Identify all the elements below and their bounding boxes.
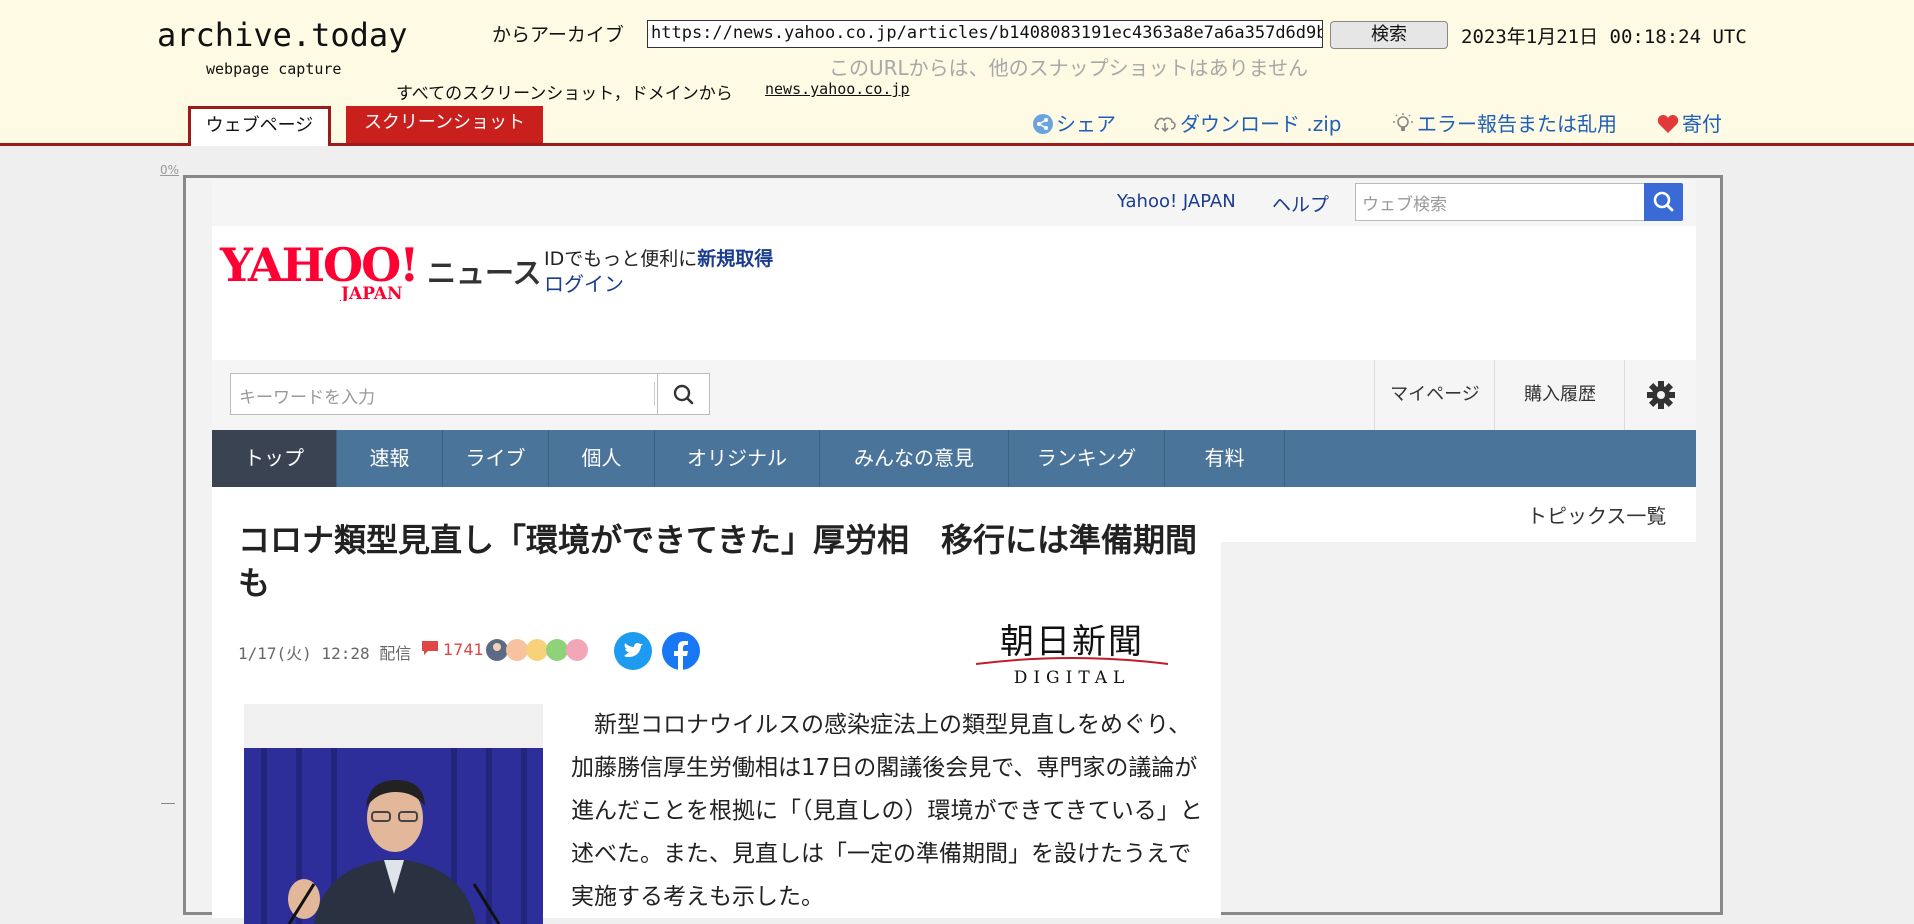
archive-header: archive.today webpage capture からアーカイブ ht…	[0, 0, 1914, 146]
all-screenshots-label: すべてのスクリーンショット，ドメインから	[396, 84, 733, 104]
archive-title[interactable]: archive.today	[157, 16, 407, 54]
comment-count: 1741	[443, 640, 484, 659]
progress-label: 0%	[160, 163, 180, 177]
main-nav-item[interactable]: 速報	[337, 430, 443, 487]
main-nav-item[interactable]: トップ	[212, 430, 337, 487]
article-title: コロナ類型見直し「環境ができてきた」厚労相 移行には準備期間も	[238, 521, 1198, 602]
no-other-snapshots-text: このURLからは、他のスナップショットはありません	[829, 56, 1309, 80]
keyword-search-button[interactable]	[658, 373, 710, 415]
asahi-shimbun-digital-logo[interactable]: 朝日新聞 DIGITAL	[972, 619, 1172, 689]
web-search-input[interactable]: ウェブ検索	[1355, 183, 1645, 221]
news-label: ニュース	[427, 256, 542, 290]
article-photo[interactable]	[244, 704, 543, 924]
gear-icon	[1647, 381, 1675, 409]
archive-subtitle: webpage capture	[206, 60, 342, 78]
search-button[interactable]: 検索	[1330, 21, 1448, 49]
main-nav-item[interactable]: 個人	[549, 430, 655, 487]
heart-icon	[1657, 115, 1679, 133]
article-date: 1/17(火) 12:28 配信	[238, 644, 412, 663]
download-label: ダウンロード .zip	[1180, 112, 1342, 136]
comment-icon	[422, 641, 438, 655]
donate-label: 寄付	[1682, 112, 1722, 136]
tab-screenshot[interactable]: スクリーンショット	[346, 106, 543, 143]
help-link[interactable]: ヘルプ	[1272, 190, 1329, 217]
login-link[interactable]: ログイン	[544, 268, 624, 297]
search-icon	[1653, 191, 1674, 212]
lightbulb-icon	[1393, 113, 1413, 131]
signup-link[interactable]: 新規取得	[697, 248, 773, 270]
yahoo-logo-subtext: JAPAN	[339, 284, 403, 301]
brand-area: YAHOO! JAPAN ニュース IDでもっと便利に新規取得 ログイン キーワ…	[212, 226, 1696, 543]
main-nav-item[interactable]: ランキング	[1009, 430, 1165, 487]
main-nav-item[interactable]: 有料	[1165, 430, 1285, 487]
main-nav-item[interactable]: ライブ	[443, 430, 549, 487]
yahoo-top-bar: Yahoo! JAPAN ヘルプ ウェブ検索	[212, 180, 1696, 226]
settings-button[interactable]	[1624, 360, 1697, 430]
domain-link[interactable]: news.yahoo.co.jp	[765, 80, 910, 98]
reaction-faces-icon[interactable]	[485, 637, 597, 663]
id-promo: IDでもっと便利に新規取得	[544, 244, 773, 271]
article: コロナ類型見直し「環境ができてきた」厚労相 移行には準備期間も 1/17(火) …	[212, 498, 1221, 924]
archived-from-label: からアーカイブ	[492, 24, 624, 46]
yahoo-japan-link[interactable]: Yahoo! JAPAN	[1117, 191, 1236, 212]
cloud-download-icon	[1154, 117, 1176, 133]
archived-url-field[interactable]: https://news.yahoo.co.jp/articles/b14080…	[647, 20, 1323, 48]
main-nav-item[interactable]: みんなの意見	[820, 430, 1009, 487]
donate-link[interactable]: 寄付	[1657, 108, 1722, 137]
share-link[interactable]: シェア	[1033, 108, 1116, 137]
tab-webpage[interactable]: ウェブページ	[188, 106, 331, 146]
main-nav: トップ 速報 ライブ 個人 オリジナル みんなの意見 ランキング 有料	[212, 430, 1696, 487]
main-nav-item[interactable]: オリジナル	[655, 430, 820, 487]
yahoo-japan-logo[interactable]: YAHOO! JAPAN	[218, 243, 423, 301]
twitter-icon[interactable]	[614, 632, 652, 670]
publisher-logo-line1: 朝日新聞	[1000, 622, 1144, 662]
keyword-divider	[654, 382, 655, 406]
mypage-link[interactable]: マイページ	[1374, 360, 1495, 430]
id-promo-text: IDでもっと便利に	[544, 248, 698, 270]
topics-list-link[interactable]: トピックス一覧	[1527, 500, 1666, 529]
purchase-history-link[interactable]: 購入履歴	[1494, 360, 1625, 430]
web-search-button[interactable]	[1644, 183, 1683, 221]
article-body: 新型コロナウイルスの感染症法上の類型見直しをめぐり、加藤勝信厚生労働相は17日の…	[571, 712, 1203, 910]
search-icon	[673, 384, 694, 405]
comment-count-link[interactable]: 1741	[420, 639, 484, 659]
keyword-search-row: キーワードを入力 マイページ 購入履歴	[212, 360, 1696, 430]
share-label: シェア	[1056, 112, 1116, 136]
publisher-logo-line2: DIGITAL	[1014, 668, 1131, 688]
share-icon	[1033, 114, 1053, 134]
yahoo-news-page: Yahoo! JAPAN ヘルプ ウェブ検索 YAHOO! JAPAN ニュース…	[212, 180, 1696, 924]
minister-photo	[244, 704, 543, 924]
capture-date: 2023年1月21日 00:18:24 UTC	[1461, 26, 1747, 48]
report-label: エラー報告または乱用	[1417, 112, 1617, 136]
download-zip-link[interactable]: ダウンロード .zip	[1153, 108, 1341, 137]
keyword-input[interactable]: キーワードを入力	[230, 373, 658, 415]
facebook-icon[interactable]	[662, 632, 700, 670]
side-marker	[161, 803, 175, 804]
report-link[interactable]: エラー報告または乱用	[1392, 108, 1617, 137]
